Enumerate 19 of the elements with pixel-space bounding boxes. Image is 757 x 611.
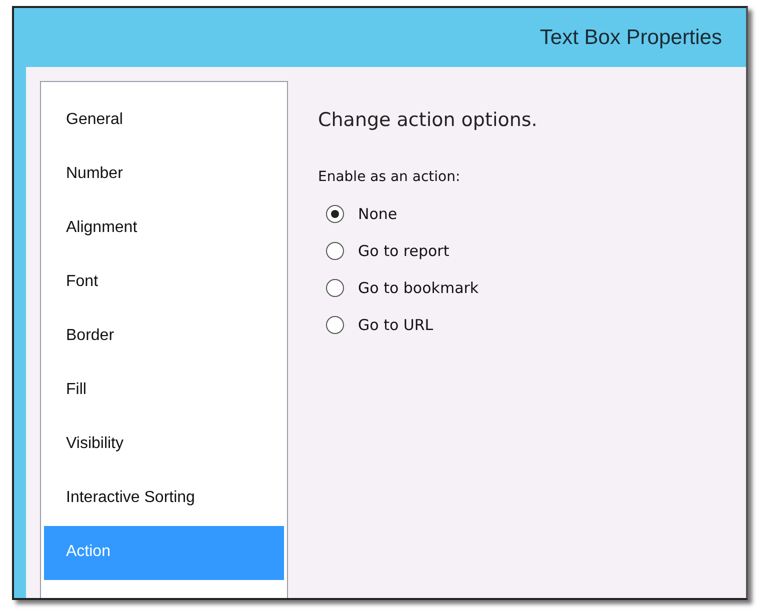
category-item[interactable]: Visibility (44, 418, 284, 472)
category-item[interactable]: Font (44, 256, 284, 310)
category-item[interactable]: General (44, 94, 284, 148)
radio-button[interactable] (326, 204, 344, 222)
group-label: Enable as an action: (318, 169, 462, 185)
panel-heading: Change action options. (318, 109, 538, 131)
category-item[interactable]: Interactive Sorting (44, 472, 284, 526)
radio-label[interactable]: Go to bookmark (358, 278, 479, 296)
category-item[interactable]: Border (44, 310, 284, 364)
radio-label[interactable]: None (358, 204, 398, 222)
radio-button[interactable] (326, 316, 344, 334)
window-title: Text Box Properties (540, 26, 722, 50)
radio-label[interactable]: Go to report (358, 242, 450, 260)
radio-label[interactable]: Go to URL (358, 316, 434, 334)
category-item[interactable]: Alignment (44, 202, 284, 256)
radio-button[interactable] (326, 278, 344, 296)
category-item[interactable]: Number (44, 148, 284, 202)
radio-button[interactable] (326, 242, 344, 260)
category-item[interactable]: Fill (44, 364, 284, 418)
